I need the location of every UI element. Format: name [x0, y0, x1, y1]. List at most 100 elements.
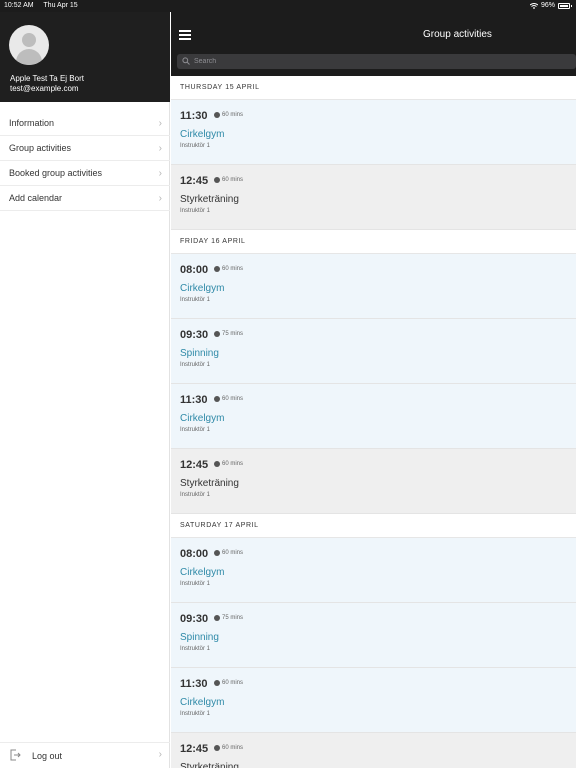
clock-icon [214, 461, 220, 467]
activity-row[interactable]: 08:00 60 mins Cirkelgym Instruktör 1 [171, 254, 576, 319]
main-panel: Group activities THURSDAY 15 APRIL 11:30… [171, 0, 576, 768]
activity-time: 11:30 [180, 678, 208, 690]
activity-name: Spinning [180, 348, 219, 359]
activity-duration: 60 mins [214, 550, 243, 556]
sidebar-item-label: Booked group activities [9, 168, 103, 178]
status-bar: 10:52 AM Thu Apr 15 96% [0, 0, 576, 12]
clock-icon [214, 112, 220, 118]
search-input[interactable] [194, 54, 564, 69]
activity-duration-label: 60 mins [222, 461, 244, 467]
navigation-bar: Group activities [171, 12, 576, 76]
activity-time: 12:45 [180, 175, 209, 187]
clock-icon [214, 266, 220, 272]
status-date: Thu Apr 15 [43, 2, 78, 9]
activity-duration-label: 60 mins [222, 266, 244, 272]
activity-duration-label: 60 mins [222, 550, 244, 556]
activity-name: Cirkelgym [180, 129, 225, 140]
chevron-right-icon: › [158, 168, 162, 179]
activity-duration-label: 60 mins [222, 112, 244, 118]
activity-row[interactable]: 11:30 60 mins Cirkelgym Instruktör 1 [171, 384, 576, 449]
sidebar-item-add-calendar[interactable]: Add calendar › [0, 186, 170, 211]
activity-instructor: Instruktör 1 [180, 711, 211, 717]
sidebar-menu: Information › Group activities › Booked … [0, 111, 170, 211]
chevron-right-icon: › [158, 193, 162, 204]
activity-instructor: Instruktör 1 [180, 362, 211, 368]
activity-instructor: Instruktör 1 [180, 297, 211, 303]
logout-icon [10, 749, 21, 761]
activity-time: 12:45 [180, 743, 209, 755]
activity-duration: 75 mins [214, 331, 243, 337]
activity-duration: 60 mins [214, 177, 243, 183]
activity-time: 12:45 [180, 459, 209, 471]
activity-instructor: Instruktör 1 [180, 208, 211, 214]
activity-instructor: Instruktör 1 [180, 581, 211, 587]
sidebar-item-label: Add calendar [9, 193, 63, 203]
activity-instructor: Instruktör 1 [180, 646, 211, 652]
day-header: THURSDAY 15 APRIL [171, 76, 576, 100]
activity-row[interactable]: 12:45 60 mins Styrketräning Instruktör 1 [171, 449, 576, 514]
activity-instructor: Instruktör 1 [180, 492, 211, 498]
activity-duration: 60 mins [214, 680, 243, 686]
activity-name: Styrketräning [180, 478, 239, 489]
activity-name: Styrketräning [180, 762, 239, 768]
activity-name: Spinning [180, 632, 219, 643]
profile-name: Apple Test Ta Ej Bort [10, 74, 84, 83]
activity-time: 09:30 [180, 329, 209, 341]
activity-duration: 60 mins [214, 461, 243, 467]
clock-icon [214, 396, 220, 402]
logout-button[interactable]: Log out › [0, 742, 170, 768]
avatar[interactable] [9, 25, 49, 65]
activity-name: Cirkelgym [180, 283, 225, 294]
hamburger-icon[interactable] [179, 30, 191, 40]
activity-time: 08:00 [180, 548, 209, 560]
clock-icon [214, 331, 220, 337]
activity-time: 11:30 [180, 394, 208, 406]
clock-icon [214, 177, 220, 183]
day-header: SATURDAY 17 APRIL [171, 514, 576, 538]
activity-instructor: Instruktör 1 [180, 427, 211, 433]
activity-duration-label: 60 mins [222, 745, 244, 751]
activity-row[interactable]: 12:45 60 mins Styrketräning Instruktör 1 [171, 733, 576, 768]
day-header: FRIDAY 16 APRIL [171, 230, 576, 254]
activity-duration: 60 mins [214, 112, 243, 118]
activity-duration-label: 75 mins [222, 615, 244, 621]
page-title: Group activities [423, 29, 492, 40]
search-icon [182, 57, 190, 65]
activity-time: 08:00 [180, 264, 209, 276]
activity-duration: 60 mins [214, 745, 243, 751]
chevron-right-icon: › [158, 118, 162, 129]
wifi-icon [529, 2, 538, 9]
activity-row[interactable]: 08:00 60 mins Cirkelgym Instruktör 1 [171, 538, 576, 603]
sidebar: Apple Test Ta Ej Bort test@example.com I… [0, 0, 170, 768]
clock-icon [214, 745, 220, 751]
activity-row[interactable]: 11:30 60 mins Cirkelgym Instruktör 1 [171, 668, 576, 733]
sidebar-item-group-activities[interactable]: Group activities › [0, 136, 170, 161]
activity-row[interactable]: 09:30 75 mins Spinning Instruktör 1 [171, 319, 576, 384]
logout-label: Log out [32, 751, 63, 761]
activity-duration-label: 60 mins [222, 680, 244, 686]
person-icon [22, 33, 36, 47]
activity-duration-label: 60 mins [222, 396, 244, 402]
activity-duration: 60 mins [214, 266, 243, 272]
search-bar[interactable] [177, 54, 576, 69]
clock-icon [214, 615, 220, 621]
activity-row[interactable]: 12:45 60 mins Styrketräning Instruktör 1 [171, 165, 576, 230]
activity-row[interactable]: 11:30 60 mins Cirkelgym Instruktör 1 [171, 100, 576, 165]
sidebar-item-information[interactable]: Information › [0, 111, 170, 136]
activity-name: Cirkelgym [180, 697, 225, 708]
sidebar-item-label: Information [9, 118, 55, 128]
activity-name: Cirkelgym [180, 567, 225, 578]
activity-duration-label: 75 mins [222, 331, 244, 337]
activity-name: Cirkelgym [180, 413, 225, 424]
battery-icon [558, 2, 572, 9]
activity-instructor: Instruktör 1 [180, 143, 211, 149]
sidebar-item-booked-group-activities[interactable]: Booked group activities › [0, 161, 170, 186]
sidebar-item-label: Group activities [9, 143, 72, 153]
activity-time: 09:30 [180, 613, 209, 625]
profile-email: test@example.com [10, 84, 79, 93]
activity-duration: 60 mins [214, 396, 243, 402]
activity-list: THURSDAY 15 APRIL 11:30 60 mins Cirkelgy… [171, 76, 576, 768]
clock-icon [214, 680, 220, 686]
profile-header: Apple Test Ta Ej Bort test@example.com [0, 0, 170, 102]
activity-row[interactable]: 09:30 75 mins Spinning Instruktör 1 [171, 603, 576, 668]
